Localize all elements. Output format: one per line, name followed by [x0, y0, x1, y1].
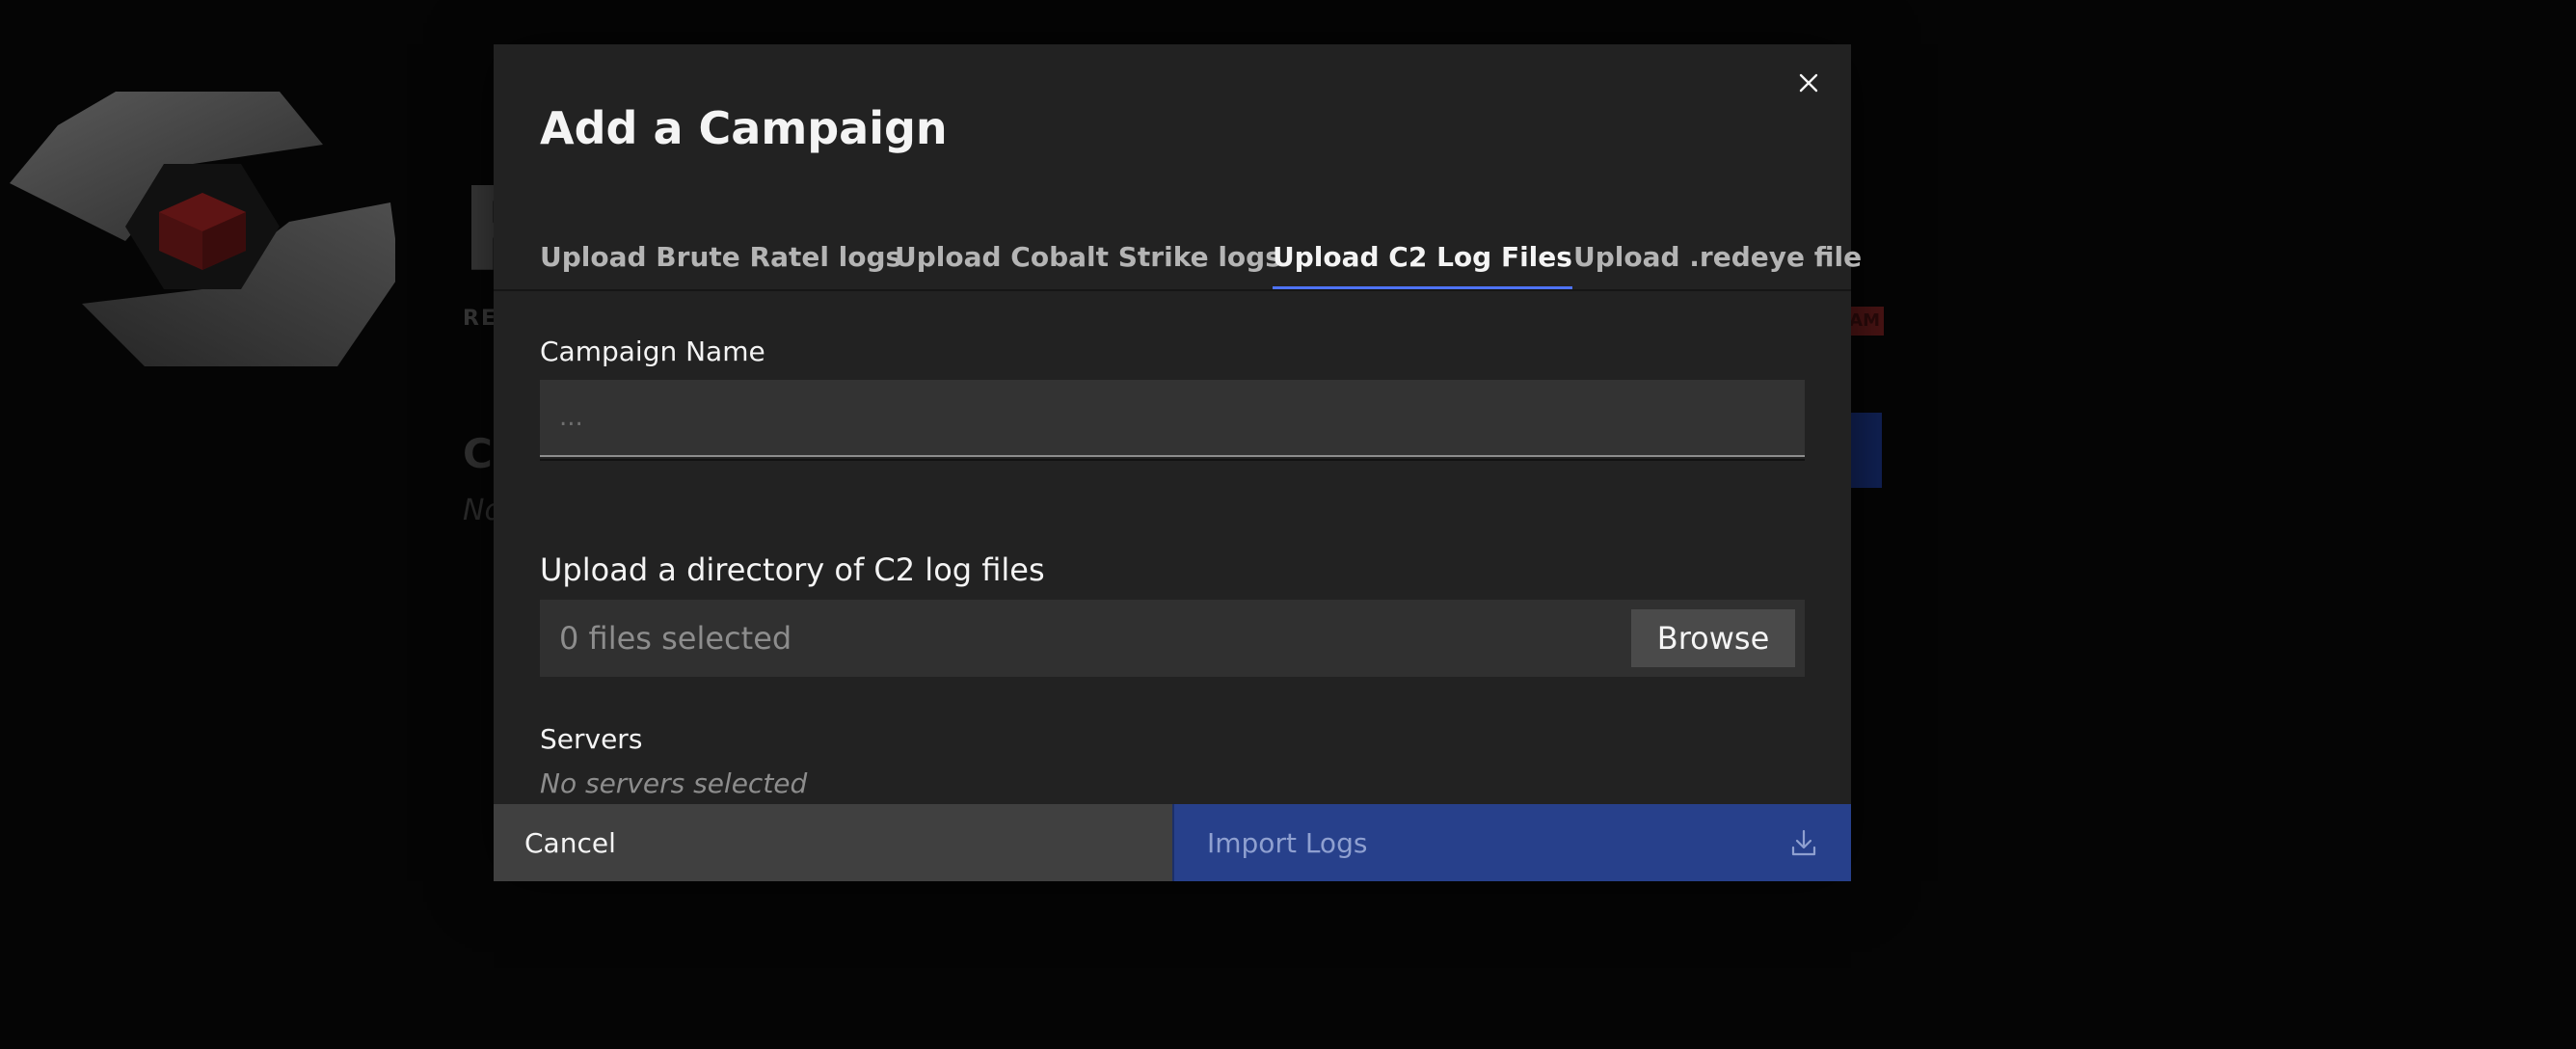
close-icon [1799, 73, 1818, 93]
upload-directory-label: Upload a directory of C2 log files [540, 551, 1045, 588]
page: R RE AM C No Add a Campaign Upload Brute… [0, 0, 2576, 1049]
import-logs-label: Import Logs [1207, 826, 1368, 859]
add-campaign-dialog: Add a Campaign Upload Brute Ratel logs U… [494, 44, 1862, 881]
tab-upload-c2-log-files[interactable]: Upload C2 Log Files [1273, 241, 1572, 289]
bg-app-subtitle: RE [463, 307, 497, 331]
tab-upload-brute-ratel[interactable]: Upload Brute Ratel logs [540, 241, 901, 286]
cancel-button-label: Cancel [524, 826, 616, 859]
servers-label: Servers [540, 723, 643, 755]
file-upload-field[interactable]: 0 files selected Browse [540, 600, 1805, 677]
tab-upload-redeye-file[interactable]: Upload .redeye file [1573, 241, 1862, 286]
campaign-name-label: Campaign Name [540, 336, 765, 367]
cancel-button[interactable]: Cancel [494, 804, 1172, 881]
files-selected-status: 0 files selected [559, 620, 792, 657]
tab-upload-cobalt-strike[interactable]: Upload Cobalt Strike logs [895, 241, 1281, 286]
import-logs-button[interactable]: Import Logs [1172, 804, 1851, 881]
dialog-title: Add a Campaign [540, 102, 948, 154]
bg-heading: C [463, 430, 493, 477]
section-divider [540, 459, 1805, 461]
servers-empty-text: No servers selected [540, 767, 808, 799]
close-button[interactable] [1791, 66, 1826, 100]
download-icon [1789, 828, 1818, 857]
dialog-footer: Cancel Import Logs [494, 804, 1851, 881]
upload-tabs: Upload Brute Ratel logs Upload Cobalt St… [494, 199, 1862, 291]
browse-button[interactable]: Browse [1631, 609, 1795, 667]
app-logo [10, 92, 395, 366]
campaign-name-input[interactable] [540, 380, 1805, 457]
